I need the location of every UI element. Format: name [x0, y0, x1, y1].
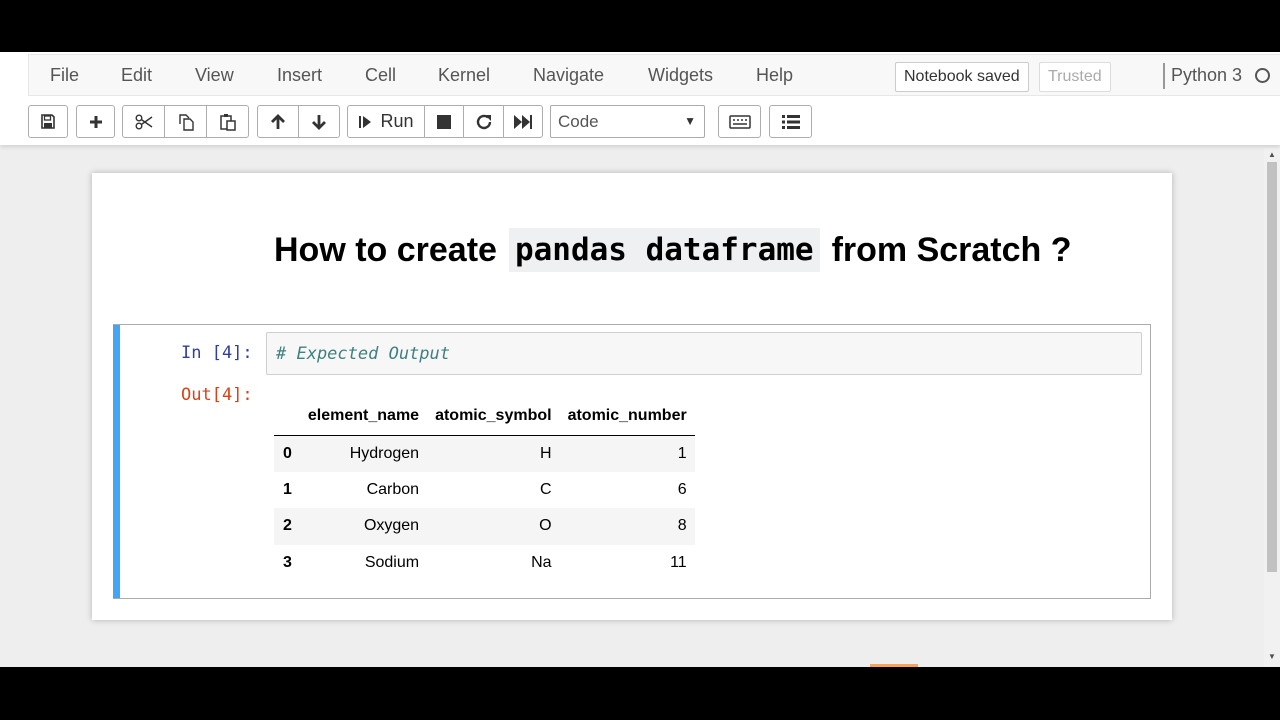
input-prompt: In [4]:: [181, 343, 253, 363]
restart-icon: [476, 114, 491, 129]
table-cell: Carbon: [366, 480, 420, 498]
copy-icon: [178, 113, 194, 131]
list-icon: [781, 114, 800, 129]
table-cell: Oxygen: [363, 517, 420, 535]
menu-cell[interactable]: Cell: [365, 55, 396, 95]
notebook-header: File Edit View Insert Cell Kernel Naviga…: [0, 52, 1280, 145]
menu-navigate[interactable]: Navigate: [533, 55, 604, 95]
menu-help[interactable]: Help: [756, 55, 793, 95]
table-cell: Na: [531, 553, 552, 571]
paste-button[interactable]: [206, 105, 249, 138]
restart-kernel-button[interactable]: [463, 105, 504, 138]
move-down-button[interactable]: [298, 105, 340, 138]
menu-edit[interactable]: Edit: [121, 55, 152, 95]
kernel-name[interactable]: Python 3: [1171, 55, 1242, 95]
cell-type-select[interactable]: Code ▼: [550, 105, 705, 138]
menu-file[interactable]: File: [50, 55, 79, 95]
arrow-down-icon: [312, 114, 326, 130]
insert-cell-button[interactable]: [76, 105, 115, 138]
table-cell: 11: [670, 553, 687, 571]
move-up-button[interactable]: [257, 105, 299, 138]
cut-button[interactable]: [122, 105, 165, 138]
menu-widgets[interactable]: Widgets: [648, 55, 713, 95]
scroll-up-arrow-icon[interactable]: ▲: [1264, 150, 1280, 162]
dataframe-table: element_name atomic_symbol atomic_number…: [274, 397, 695, 581]
row-index: 1: [283, 480, 292, 498]
table-row: 0 Hydrogen H 1: [274, 435, 695, 472]
code-editor[interactable]: # Expected Output: [266, 332, 1142, 375]
output-prompt: Out[4]:: [181, 385, 253, 405]
save-button[interactable]: [28, 105, 68, 138]
table-cell: C: [540, 480, 552, 498]
table-cell: Sodium: [364, 553, 420, 571]
column-header: element_name: [299, 397, 428, 436]
bottom-accent-bar: [870, 664, 918, 667]
plus-icon: [89, 115, 102, 128]
code-cell-selected[interactable]: In [4]: # Expected Output Out[4]: elemen…: [113, 324, 1151, 599]
menu-insert[interactable]: Insert: [277, 55, 322, 95]
run-icon: [359, 115, 372, 128]
menu-view[interactable]: View: [195, 55, 234, 95]
kernel-separator: [1163, 63, 1165, 89]
markdown-title: How to create pandas dataframe from Scra…: [274, 225, 1072, 275]
table-row: 2 Oxygen O 8: [274, 508, 695, 545]
menu-kernel[interactable]: Kernel: [438, 55, 490, 95]
table-row: 3 Sodium Na 11: [274, 545, 695, 582]
cell-selection-bar: [113, 325, 120, 598]
paste-icon: [219, 113, 236, 131]
trusted-indicator[interactable]: Trusted: [1039, 62, 1111, 92]
scissors-icon: [135, 114, 152, 129]
interrupt-kernel-button[interactable]: [424, 105, 464, 138]
table-cell: 8: [677, 517, 687, 535]
scrollbar-thumb[interactable]: [1267, 162, 1277, 572]
copy-button[interactable]: [164, 105, 207, 138]
code-comment: # Expected Output: [276, 344, 450, 364]
stop-icon: [437, 114, 451, 129]
command-palette-button[interactable]: [718, 105, 761, 138]
run-button[interactable]: Run: [347, 105, 425, 138]
arrow-up-icon: [271, 113, 285, 129]
run-label: Run: [380, 111, 414, 131]
vertical-scrollbar[interactable]: ▲ ▼: [1264, 148, 1280, 667]
table-cell: 1: [677, 444, 687, 462]
table-cell: 6: [677, 480, 687, 498]
cell-type-value: Code: [558, 112, 599, 131]
row-index: 3: [283, 553, 292, 571]
toc-button[interactable]: [769, 105, 812, 138]
index-header: [274, 397, 300, 436]
title-text-after: from Scratch ?: [831, 230, 1072, 269]
scroll-down-arrow-icon[interactable]: ▼: [1264, 652, 1280, 664]
title-text-before: How to create: [274, 230, 497, 269]
save-icon: [41, 113, 55, 129]
keyboard-icon: [728, 114, 751, 129]
chevron-down-icon: ▼: [684, 114, 696, 128]
column-header: atomic_symbol: [427, 397, 560, 436]
table-header-row: element_name atomic_symbol atomic_number: [274, 397, 695, 436]
fast-forward-icon: [514, 114, 532, 129]
restart-run-all-button[interactable]: [503, 105, 543, 138]
table-cell: Hydrogen: [349, 444, 420, 462]
notebook-page: How to create pandas dataframe from Scra…: [92, 173, 1172, 620]
row-index: 0: [283, 444, 292, 462]
table-row: 1 Carbon C 6: [274, 472, 695, 509]
notebook-saved-indicator: Notebook saved: [895, 62, 1029, 92]
table-cell: O: [539, 517, 552, 535]
column-header: atomic_number: [559, 397, 695, 436]
table-cell: H: [540, 444, 552, 462]
menubar: File Edit View Insert Cell Kernel Naviga…: [28, 54, 1280, 96]
jupyter-notebook-app: File Edit View Insert Cell Kernel Naviga…: [0, 52, 1280, 667]
title-code: pandas dataframe: [508, 228, 820, 272]
kernel-idle-icon: [1255, 68, 1270, 83]
row-index: 2: [283, 517, 292, 535]
